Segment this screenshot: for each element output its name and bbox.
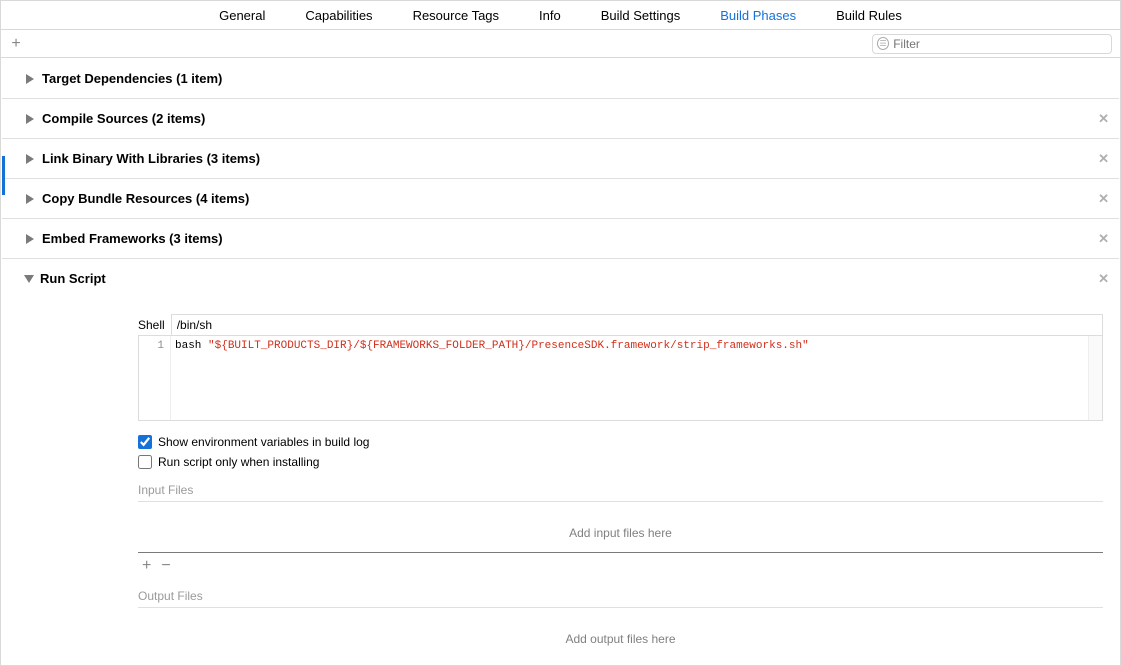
phase-link-binary[interactable]: Link Binary With Libraries (3 items) ✕ <box>2 139 1119 179</box>
phase-title: Target Dependencies (1 item) <box>42 71 1109 86</box>
show-env-checkbox[interactable] <box>138 435 152 449</box>
selection-indicator <box>2 156 5 195</box>
add-phase-button[interactable]: + <box>7 35 25 53</box>
project-tabbar: General Capabilities Resource Tags Info … <box>1 1 1120 30</box>
tab-general[interactable]: General <box>199 1 285 29</box>
phase-run-script: Run Script ✕ Shell 1 bash "${BUILT_PRODU… <box>2 259 1119 664</box>
run-script-body: Shell 1 bash "${BUILT_PRODUCTS_DIR}/${FR… <box>2 298 1119 664</box>
remove-phase-button[interactable]: ✕ <box>1098 191 1109 207</box>
disclosure-triangle-icon[interactable] <box>26 194 34 204</box>
filter-icon: ☰ <box>877 37 889 50</box>
add-input-file-button[interactable]: + <box>142 557 151 575</box>
phases-toolbar: + ☰ <box>1 30 1120 58</box>
show-env-label: Show environment variables in build log <box>158 435 369 449</box>
disclosure-triangle-icon[interactable] <box>26 114 34 124</box>
disclosure-triangle-icon[interactable] <box>26 234 34 244</box>
disclosure-triangle-icon[interactable] <box>26 74 34 84</box>
phase-title: Link Binary With Libraries (3 items) <box>42 151 1098 166</box>
phase-title: Copy Bundle Resources (4 items) <box>42 191 1098 206</box>
output-files-placeholder[interactable]: Add output files here <box>138 608 1103 652</box>
remove-phase-button[interactable]: ✕ <box>1098 231 1109 247</box>
phase-compile-sources[interactable]: Compile Sources (2 items) ✕ <box>2 99 1119 139</box>
tab-info[interactable]: Info <box>519 1 581 29</box>
phase-title: Run Script <box>40 271 1098 286</box>
filter-field[interactable]: ☰ <box>872 34 1112 54</box>
disclosure-triangle-icon[interactable] <box>24 275 34 283</box>
tab-build-phases[interactable]: Build Phases <box>700 1 816 29</box>
editor-scrollbar[interactable] <box>1088 336 1102 420</box>
tab-build-rules[interactable]: Build Rules <box>816 1 922 29</box>
input-files-placeholder[interactable]: Add input files here <box>138 502 1103 546</box>
shell-input[interactable] <box>171 314 1103 335</box>
line-gutter: 1 <box>139 336 171 420</box>
filter-input[interactable] <box>893 37 1107 51</box>
remove-input-file-button[interactable]: − <box>161 557 170 575</box>
disclosure-triangle-icon[interactable] <box>26 154 34 164</box>
tab-build-settings[interactable]: Build Settings <box>581 1 701 29</box>
script-editor[interactable]: 1 bash "${BUILT_PRODUCTS_DIR}/${FRAMEWOR… <box>138 335 1103 421</box>
phase-target-dependencies[interactable]: Target Dependencies (1 item) <box>2 59 1119 99</box>
tab-resource-tags[interactable]: Resource Tags <box>393 1 519 29</box>
input-files-label: Input Files <box>138 483 1103 502</box>
phase-title: Embed Frameworks (3 items) <box>42 231 1098 246</box>
shell-label: Shell <box>138 318 165 332</box>
phase-title: Compile Sources (2 items) <box>42 111 1098 126</box>
input-files-controls: + − <box>138 553 1103 575</box>
tab-capabilities[interactable]: Capabilities <box>285 1 392 29</box>
only-install-checkbox[interactable] <box>138 455 152 469</box>
phases-scroll[interactable]: Target Dependencies (1 item) Compile Sou… <box>2 59 1119 664</box>
remove-phase-button[interactable]: ✕ <box>1098 151 1109 167</box>
only-install-label: Run script only when installing <box>158 455 319 469</box>
remove-phase-button[interactable]: ✕ <box>1098 271 1109 287</box>
phase-embed-frameworks[interactable]: Embed Frameworks (3 items) ✕ <box>2 219 1119 259</box>
output-files-label: Output Files <box>138 589 1103 608</box>
remove-phase-button[interactable]: ✕ <box>1098 111 1109 127</box>
phase-copy-bundle[interactable]: Copy Bundle Resources (4 items) ✕ <box>2 179 1119 219</box>
script-code[interactable]: bash "${BUILT_PRODUCTS_DIR}/${FRAMEWORKS… <box>171 336 815 420</box>
